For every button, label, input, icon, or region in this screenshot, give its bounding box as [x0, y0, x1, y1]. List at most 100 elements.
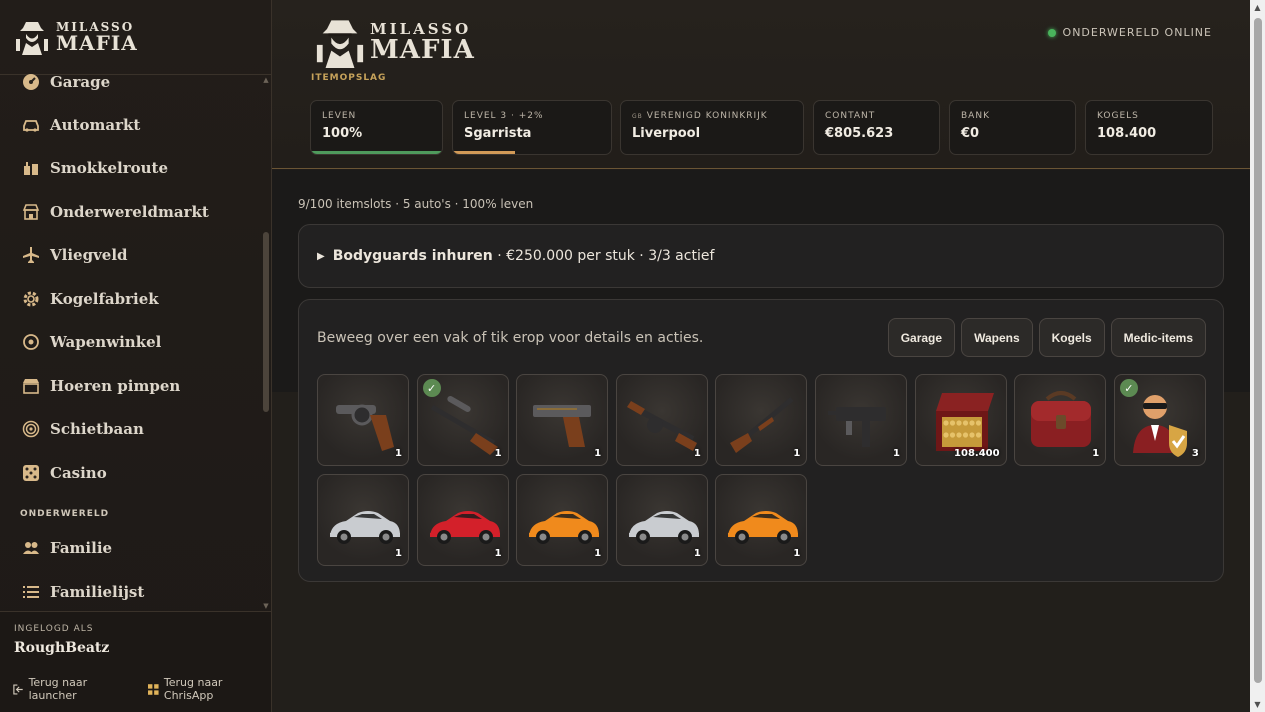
item-quantity: 1: [693, 448, 701, 459]
filter-garage-button[interactable]: Garage: [887, 318, 956, 357]
sidebar-item-schietbaan[interactable]: Schietbaan: [0, 409, 262, 449]
stat-value: Liverpool: [632, 126, 701, 141]
status-dot-icon: [1047, 28, 1056, 37]
inventory-slot[interactable]: ✓ 1: [416, 374, 509, 466]
filter-medic-items-button[interactable]: Medic-items: [1110, 318, 1206, 357]
stat-value: 100%: [322, 126, 363, 141]
item-quantity: 1: [494, 448, 502, 459]
back-to-chrisapp-link[interactable]: Terug naar ChrisApp: [148, 676, 271, 702]
inventory-summary: 9/100 itemslots · 5 auto's · 100% leven: [298, 197, 534, 211]
sidebar-item-kogelfabriek[interactable]: Kogelfabriek: [0, 279, 262, 319]
inventory-slot[interactable]: 108.400: [914, 374, 1007, 466]
sidebar-item-onderwereldmarkt[interactable]: Onderwereldmarkt: [0, 192, 262, 232]
inventory-slot[interactable]: 1: [1014, 374, 1107, 466]
sidebar-footer: INGELOGD ALS RoughBeatz Terug naar launc…: [0, 611, 271, 712]
sidebar-item-automarkt[interactable]: Automarkt: [0, 105, 262, 145]
stat-value: €0: [961, 126, 980, 141]
inventory-slot[interactable]: 1: [516, 374, 609, 466]
filter-wapens-button[interactable]: Wapens: [961, 318, 1033, 357]
sidebar-item-hoeren-pimpen[interactable]: Hoeren pimpen: [0, 366, 262, 406]
inventory-slot[interactable]: 1: [715, 374, 808, 466]
stat-kogels: KOGELS 108.400: [1085, 100, 1213, 155]
mafioso-logo-icon: [316, 20, 364, 68]
mafioso-logo-icon: [16, 22, 48, 55]
inventory-slot[interactable]: 1: [317, 474, 409, 566]
stat-label: GB VERENIGD KONINKRIJK: [632, 111, 792, 121]
footer-links: Terug naar launcher Terug naar ChrisApp: [13, 676, 271, 702]
sidebar-item-casino[interactable]: Casino: [0, 453, 262, 493]
main-content: 9/100 itemslots · 5 auto's · 100% leven …: [272, 170, 1250, 712]
sidebar-item-garage[interactable]: Garage: [0, 62, 262, 102]
item-quantity: 1: [594, 548, 602, 559]
sidebar-logo-text: MILASSO MAFIA: [56, 21, 138, 53]
inventory-slot[interactable]: 1: [815, 374, 907, 466]
inventory-slot[interactable]: ✓ 3: [1113, 374, 1206, 466]
item-quantity: 1: [594, 448, 602, 459]
back-to-launcher-label: Terug naar launcher: [28, 676, 88, 702]
item-quantity: 1: [395, 448, 402, 459]
inventory-slot[interactable]: 1: [615, 474, 708, 566]
inventory-slot[interactable]: 1: [715, 474, 808, 566]
item-quantity: 1: [693, 548, 701, 559]
scroll-down-arrow-icon[interactable]: ▼: [1250, 700, 1265, 709]
inventory-slot[interactable]: 1: [615, 374, 708, 466]
plane-icon: [21, 246, 40, 265]
username: RoughBeatz: [14, 640, 110, 656]
page-scroll-thumb[interactable]: [1254, 18, 1262, 683]
inventory-panel: Beweeg over een vak of tik erop voor det…: [298, 299, 1224, 582]
scroll-up-arrow-icon[interactable]: ▲: [263, 76, 269, 84]
group-icon: [21, 539, 40, 558]
sidebar-item-vliegveld[interactable]: Vliegveld: [0, 235, 262, 275]
page-scrollbar[interactable]: ▲ ▼: [1250, 0, 1265, 712]
inventory-slot[interactable]: 1: [416, 474, 509, 566]
sidebar-section-heading: ONDERWERELD: [20, 509, 110, 519]
stat-value: Sgarrista: [464, 126, 532, 141]
sidebar-item-wapenwinkel[interactable]: Wapenwinkel: [0, 322, 262, 362]
item-quantity: 1: [793, 548, 801, 559]
item-quantity: 1: [395, 548, 402, 559]
stat-location: GB VERENIGD KONINKRIJK Liverpool: [620, 100, 804, 155]
stat-label: KOGELS: [1097, 111, 1139, 121]
item-quantity: 1: [494, 548, 502, 559]
sidebar-item-smokkelroute[interactable]: Smokkelroute: [0, 148, 262, 188]
sidebar-item-familie[interactable]: Familie: [0, 528, 262, 568]
header-logo[interactable]: MILASSO MAFIA: [314, 16, 475, 68]
car-silver-icon: [628, 511, 699, 544]
stat-value: €805.623: [825, 126, 894, 141]
sidebar-scroll-thumb[interactable]: [263, 232, 269, 412]
sidebar-nav: Garage Automarkt Smokkelroute Onderwerel…: [0, 60, 262, 610]
stat-label: LEVEL 3 · +2%: [464, 111, 544, 121]
equipped-check-icon: ✓: [422, 379, 441, 397]
crosshair-icon: [21, 333, 40, 352]
header-logo-text: MILASSO MAFIA: [370, 21, 475, 63]
bodyguards-disclosure[interactable]: ▶ Bodyguards inhuren · €250.000 per stuk…: [298, 224, 1224, 288]
stat-contant: CONTANT €805.623: [813, 100, 940, 155]
sidebar-item-familielijst[interactable]: Familielijst: [0, 572, 262, 610]
health-bar: [311, 151, 442, 154]
car-orange-icon: [529, 511, 600, 544]
page-header: MILASSO MAFIA ITEMOPSLAG ONDERWERELD ONL…: [272, 0, 1250, 169]
cog-icon: [21, 290, 40, 309]
sidebar-item-label: Familielijst: [50, 583, 145, 601]
sidebar-scrollbar[interactable]: ▲ ▼: [263, 76, 269, 610]
stat-level: LEVEL 3 · +2% Sgarrista: [452, 100, 612, 155]
inventory-slot[interactable]: 1: [317, 374, 409, 466]
flag-gb-icon: GB: [632, 112, 643, 120]
scroll-down-arrow-icon[interactable]: ▼: [263, 602, 269, 610]
sign-out-icon: [13, 684, 23, 694]
filter-kogels-button[interactable]: Kogels: [1038, 318, 1105, 357]
item-quantity: 108.400: [954, 448, 1000, 459]
gauge-icon: [21, 73, 40, 92]
back-to-launcher-link[interactable]: Terug naar launcher: [13, 676, 134, 702]
stat-label: BANK: [961, 111, 990, 121]
sidebar-item-label: Kogelfabriek: [50, 290, 159, 308]
luggage-icon: [21, 159, 40, 178]
scroll-up-arrow-icon[interactable]: ▲: [1250, 3, 1265, 12]
inventory-filters: Garage Wapens Kogels Medic-items: [887, 318, 1206, 357]
bodyguards-title: Bodyguards inhuren: [332, 248, 493, 264]
stat-leven: LEVEN 100%: [310, 100, 443, 155]
grid-icon: [148, 683, 159, 695]
medic-bag-icon: [1031, 391, 1092, 447]
car-icon: [21, 116, 40, 135]
inventory-slot[interactable]: 1: [516, 474, 609, 566]
